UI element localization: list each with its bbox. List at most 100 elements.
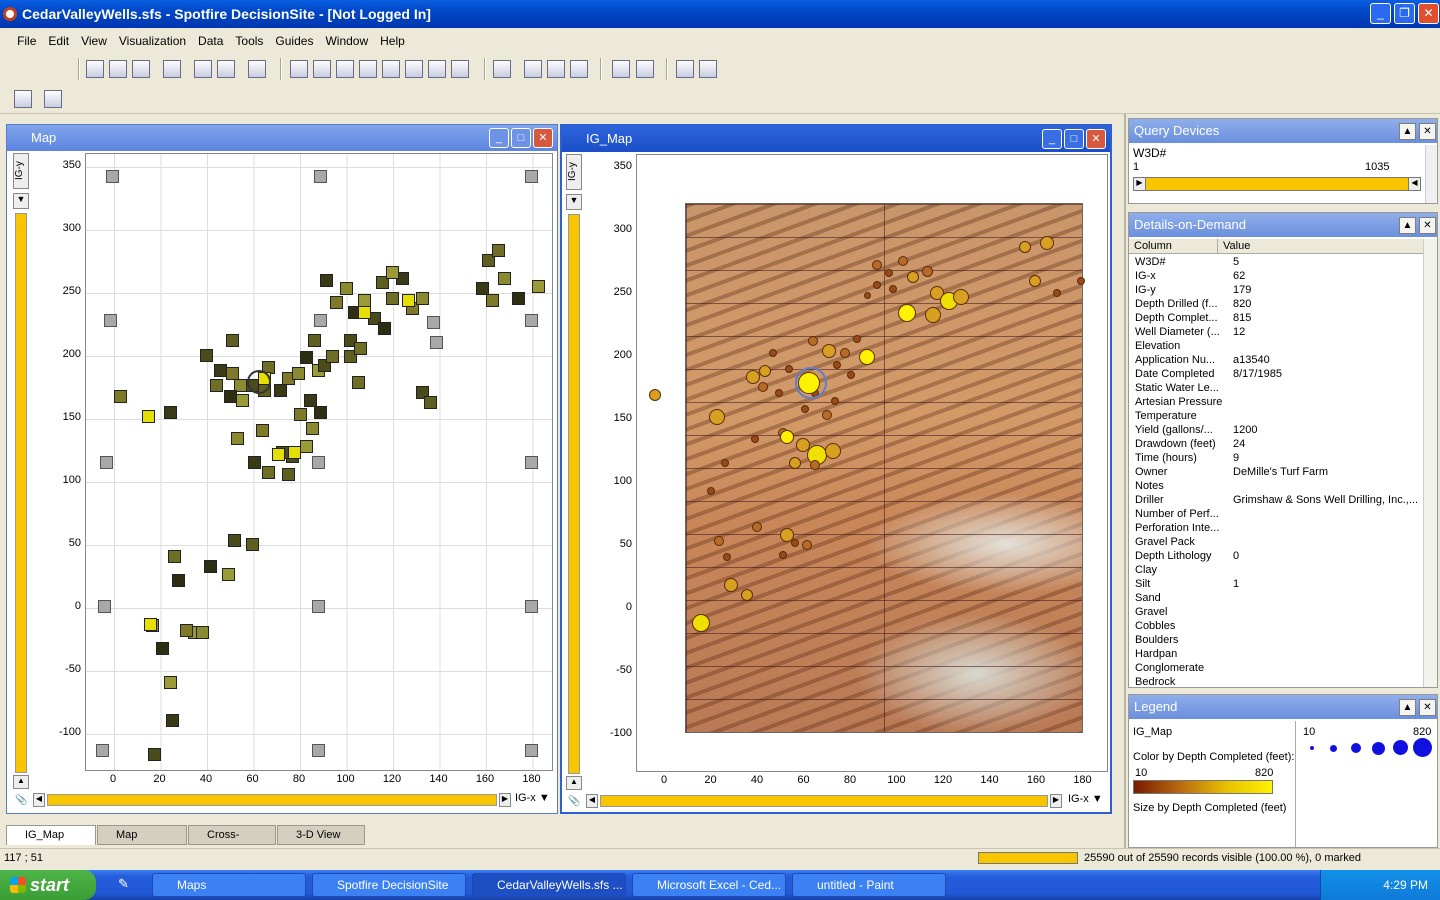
well-circle[interactable] — [953, 289, 969, 305]
well-circle[interactable] — [1053, 289, 1061, 297]
dod-row[interactable]: Elevation — [1135, 340, 1180, 354]
igmap-y-zoom-slider[interactable] — [568, 214, 580, 774]
dod-row[interactable]: Gravel Pack — [1135, 536, 1195, 550]
well-circle[interactable] — [758, 382, 768, 392]
map-y-zoom-slider[interactable] — [15, 213, 27, 773]
properties-icon[interactable] — [612, 60, 630, 78]
dod-close-button[interactable]: ✕ — [1419, 217, 1436, 234]
tile-vertical-icon[interactable] — [547, 60, 565, 78]
well-marker[interactable] — [262, 466, 275, 479]
well-circle[interactable] — [907, 271, 919, 283]
well-circle[interactable] — [810, 460, 820, 470]
menu-window[interactable]: Window — [319, 28, 374, 54]
edit-icon[interactable] — [699, 60, 717, 78]
map-x-scroll-left[interactable]: ◀ — [33, 793, 45, 807]
well-marker[interactable] — [226, 334, 239, 347]
well-marker[interactable] — [148, 748, 161, 761]
igmap-y-axis-selector[interactable]: IG-y — [566, 154, 582, 190]
pie-chart-icon[interactable] — [359, 60, 377, 78]
well-circle[interactable] — [707, 487, 715, 495]
well-marker[interactable] — [248, 456, 261, 469]
well-marker[interactable] — [166, 714, 179, 727]
slider-right-handle[interactable]: ◀ — [1408, 178, 1420, 190]
map-y-axis-dropdown[interactable]: ▼ — [13, 193, 29, 209]
well-marker[interactable] — [172, 574, 185, 587]
map-x-zoom-slider[interactable] — [47, 794, 497, 806]
dod-row[interactable]: Depth Drilled (f... 820 — [1135, 298, 1251, 312]
well-circle[interactable] — [1029, 275, 1041, 287]
well-circle[interactable] — [759, 365, 771, 377]
well-marker[interactable] — [228, 534, 241, 547]
well-marker[interactable] — [320, 274, 333, 287]
dod-row[interactable]: Conglomerate — [1135, 662, 1204, 676]
well-marker[interactable] — [222, 568, 235, 581]
well-circle[interactable] — [751, 435, 759, 443]
well-circle[interactable] — [873, 281, 881, 289]
task-paint[interactable]: untitled - Paint — [792, 873, 946, 897]
selected-well-marker[interactable] — [795, 367, 827, 399]
dod-row[interactable]: Yield (gallons/... 1200 — [1135, 424, 1257, 438]
menu-guides[interactable]: Guides — [269, 28, 319, 54]
grid-marker[interactable] — [525, 456, 538, 469]
export-icon[interactable] — [676, 60, 694, 78]
quick-launch-icon[interactable]: ✎ — [118, 876, 138, 894]
well-circle-highlight[interactable] — [859, 349, 875, 365]
dod-row[interactable]: Application Nu... a13540 — [1135, 354, 1270, 368]
grid-marker[interactable] — [312, 600, 325, 613]
grid-marker[interactable] — [525, 314, 538, 327]
menu-file[interactable]: File — [11, 28, 42, 54]
dod-row[interactable]: Artesian Pressure — [1135, 396, 1222, 410]
dod-row[interactable]: Hardpan — [1135, 648, 1177, 662]
tab-cross-section[interactable]: Cross-Section — [188, 825, 276, 859]
selected-well-marker[interactable] — [247, 370, 271, 394]
profile-chart-icon[interactable] — [405, 60, 423, 78]
well-marker[interactable] — [114, 390, 127, 403]
igmap-x-axis-selector[interactable]: IG-x ▼ — [1068, 793, 1108, 809]
well-circle[interactable] — [779, 551, 787, 559]
well-circle[interactable] — [853, 335, 861, 343]
dod-row[interactable]: Temperature — [1135, 410, 1197, 424]
igmap-x-scroll-right[interactable]: ▶ — [1050, 794, 1062, 808]
well-circle[interactable] — [789, 457, 801, 469]
well-circle[interactable] — [752, 522, 762, 532]
well-circle[interactable] — [1019, 241, 1031, 253]
well-marker[interactable] — [156, 642, 169, 655]
well-circle[interactable] — [769, 349, 777, 357]
paste-icon[interactable] — [217, 60, 235, 78]
well-marker[interactable] — [256, 424, 269, 437]
well-circle[interactable] — [692, 614, 710, 632]
legend-collapse-button[interactable]: ▲ — [1399, 699, 1416, 716]
paperclip-icon[interactable]: 📎 — [568, 796, 582, 810]
dod-row[interactable]: Cobbles — [1135, 620, 1175, 634]
tile-horizontal-icon[interactable] — [570, 60, 588, 78]
well-marker[interactable] — [352, 376, 365, 389]
tile-icon[interactable] — [493, 60, 511, 78]
tab-3d-view[interactable]: 3-D View — [277, 825, 365, 845]
igmap-y-scroll-up[interactable]: ▲ — [566, 776, 582, 790]
well-circle[interactable] — [885, 269, 893, 277]
dod-row[interactable]: Driller Grimshaw & Sons Well Drilling, In… — [1135, 494, 1418, 508]
query-scrollbar[interactable] — [1425, 145, 1437, 203]
heat-map-icon[interactable] — [428, 60, 446, 78]
scatter-plot-icon[interactable] — [290, 60, 308, 78]
well-marker[interactable] — [300, 440, 313, 453]
well-circle[interactable] — [1040, 236, 1054, 250]
open-data-icon[interactable] — [109, 60, 127, 78]
menu-data[interactable]: Data — [192, 28, 229, 54]
well-circle[interactable] — [723, 553, 731, 561]
igmap-close-button[interactable]: ✕ — [1086, 129, 1106, 149]
igmap-plot-area[interactable] — [636, 154, 1108, 772]
dod-row[interactable]: Gravel — [1135, 606, 1167, 620]
well-circle[interactable] — [863, 291, 871, 299]
well-marker[interactable] — [314, 406, 327, 419]
dod-row[interactable]: IG-y 179 — [1135, 284, 1251, 298]
well-marker[interactable] — [416, 292, 429, 305]
grid-marker[interactable] — [427, 316, 440, 329]
well-marker[interactable] — [498, 272, 511, 285]
grid-marker[interactable] — [525, 744, 538, 757]
grid-marker[interactable] — [100, 456, 113, 469]
well-marker[interactable] — [386, 292, 399, 305]
menu-view[interactable]: View — [75, 28, 113, 54]
well-marker[interactable] — [306, 422, 319, 435]
page-icon[interactable] — [14, 90, 32, 108]
